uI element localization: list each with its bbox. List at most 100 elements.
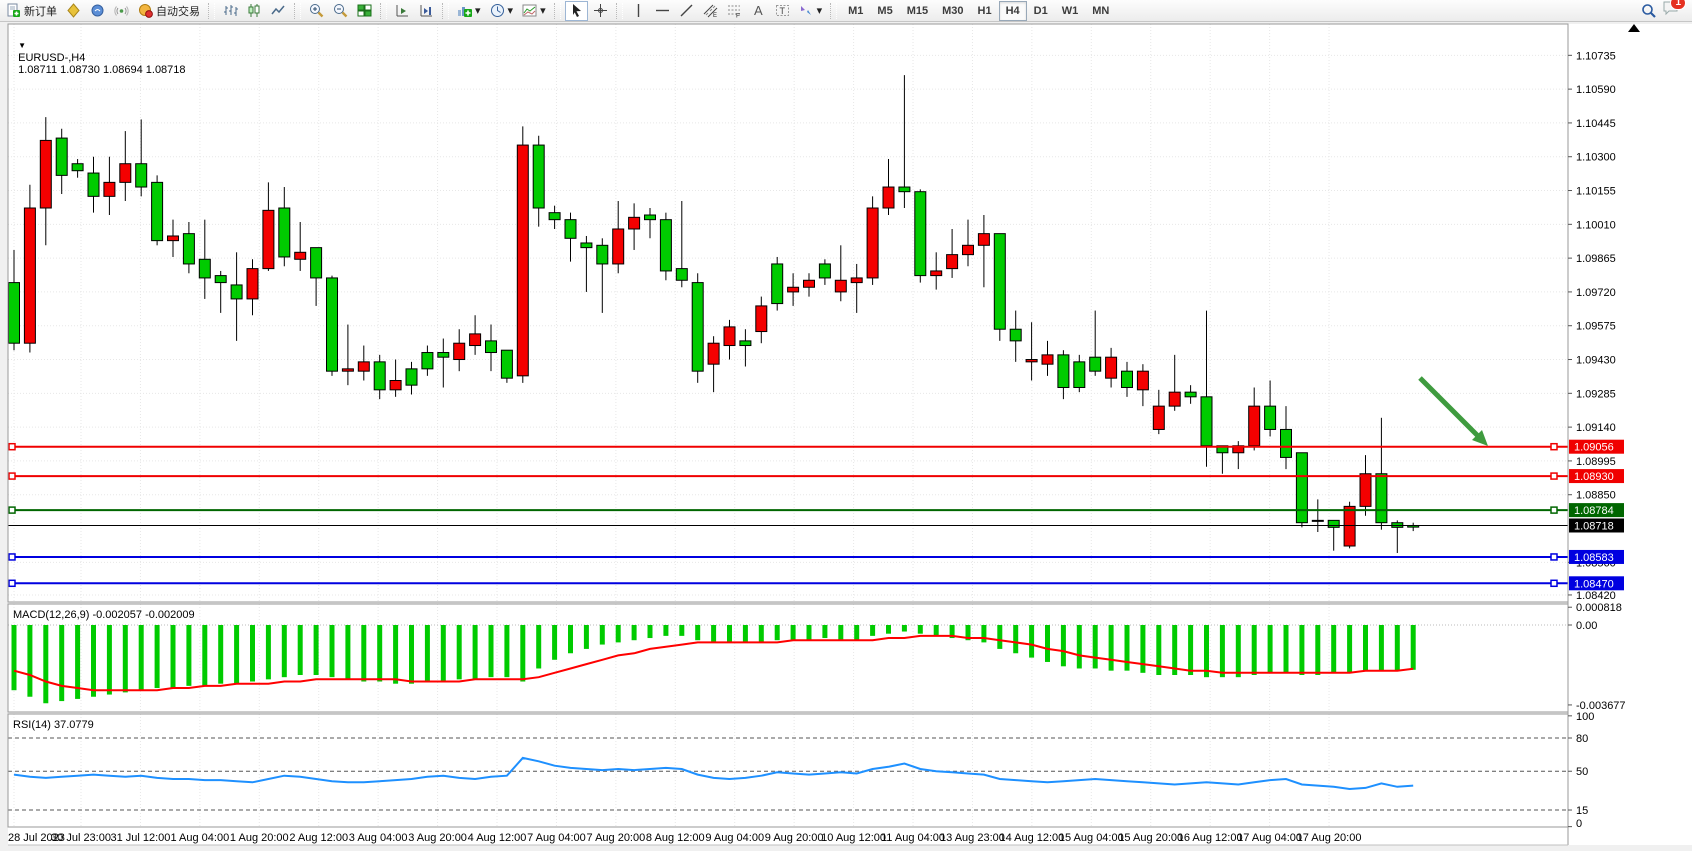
notification-badge: 1 xyxy=(1670,0,1686,10)
market-button[interactable] xyxy=(86,1,109,21)
bear-candle-body xyxy=(613,229,624,264)
text-button[interactable]: A xyxy=(747,1,770,21)
date-label: 7 Aug 20:00 xyxy=(587,832,646,844)
chart-shift-icon xyxy=(419,3,434,18)
bull-candle-body xyxy=(422,353,433,369)
zoom-out-button[interactable] xyxy=(329,1,352,21)
vertical-line-button[interactable] xyxy=(627,1,650,21)
macd-histogram-bar xyxy=(918,625,923,634)
price-tick-label: 1.10590 xyxy=(1576,84,1616,96)
equidistant-channel-icon: E xyxy=(703,3,718,18)
fibonacci-button[interactable]: F xyxy=(723,1,746,21)
line-handle[interactable] xyxy=(9,580,15,586)
autotrading-label: 自动交易 xyxy=(156,3,200,19)
zoom-in-button[interactable] xyxy=(305,1,328,21)
bar-chart-button[interactable] xyxy=(219,1,242,21)
chat-button[interactable]: 1 xyxy=(1662,0,1680,21)
channel-button[interactable]: E xyxy=(699,1,722,21)
line-handle[interactable] xyxy=(9,554,15,560)
rsi-label: RSI(14) 37.0779 xyxy=(13,719,94,731)
chart-canvas[interactable]: 1.107351.105901.104451.103001.101551.100… xyxy=(0,0,1692,851)
period-button-w1[interactable]: W1 xyxy=(1055,1,1086,21)
bear-candle-body xyxy=(1360,474,1371,507)
line-handle[interactable] xyxy=(9,473,15,479)
bull-candle-body xyxy=(279,208,290,257)
bear-candle-body xyxy=(342,369,353,371)
symbol-dropdown-icon[interactable]: ▼ xyxy=(18,41,26,50)
text-icon: A xyxy=(751,3,766,18)
auto-scroll-button[interactable] xyxy=(391,1,414,21)
macd-histogram-bar xyxy=(727,625,732,642)
period-button-m1[interactable]: M1 xyxy=(841,1,870,21)
macd-histogram-bar xyxy=(1363,625,1368,671)
date-label: 17 Aug 04:00 xyxy=(1237,832,1302,844)
shapes-button[interactable]: ▾ xyxy=(795,1,827,21)
cursor-button[interactable] xyxy=(565,1,588,21)
bull-candle-body xyxy=(9,283,20,344)
chart-symbol-label: EURUSD-,H4 xyxy=(18,52,85,64)
macd-histogram-bar xyxy=(759,625,764,642)
period-button-m5[interactable]: M5 xyxy=(870,1,899,21)
macd-histogram-bar xyxy=(854,625,859,640)
periods-menu-button[interactable]: ▾ xyxy=(486,1,518,21)
trendline-button[interactable] xyxy=(675,1,698,21)
line-handle[interactable] xyxy=(1551,473,1557,479)
period-button-d1[interactable]: D1 xyxy=(1027,1,1055,21)
main-chart-panel[interactable] xyxy=(8,24,1568,602)
line-handle[interactable] xyxy=(9,507,15,513)
metaeditor-button[interactable] xyxy=(62,1,85,21)
crosshair-button[interactable] xyxy=(589,1,612,21)
dropdown-arrow-icon: ▾ xyxy=(817,4,823,17)
period-button-h4[interactable]: H4 xyxy=(999,1,1027,21)
line-handle[interactable] xyxy=(1551,554,1557,560)
label-button[interactable]: T xyxy=(771,1,794,21)
date-label: 13 Aug 23:00 xyxy=(940,832,1005,844)
period-button-h1[interactable]: H1 xyxy=(971,1,999,21)
new-order-button[interactable]: 新订单 xyxy=(2,1,61,21)
line-handle[interactable] xyxy=(1551,580,1557,586)
line-handle[interactable] xyxy=(1551,507,1557,513)
date-label: 9 Aug 20:00 xyxy=(765,832,824,844)
new-order-label: 新订单 xyxy=(24,3,57,19)
macd-histogram-bar xyxy=(1220,625,1225,677)
macd-histogram-bar xyxy=(345,625,350,679)
bear-candle-body xyxy=(390,380,401,389)
line-handle[interactable] xyxy=(9,444,15,450)
zoom-out-icon xyxy=(333,3,348,18)
chart-shift-button[interactable] xyxy=(415,1,438,21)
horizontal-line-button[interactable] xyxy=(651,1,674,21)
signals-button[interactable] xyxy=(110,1,133,21)
line-handle[interactable] xyxy=(1551,444,1557,450)
tile-windows-button[interactable] xyxy=(353,1,376,21)
macd-histogram-bar xyxy=(425,625,430,682)
price-tick-label: 1.10445 xyxy=(1576,118,1616,130)
rsi-tick-label: 100 xyxy=(1576,711,1594,723)
candlestick-chart-button[interactable] xyxy=(243,1,266,21)
candlestick-chart-icon xyxy=(247,3,262,18)
macd-histogram-bar xyxy=(1268,625,1273,673)
bull-candle-body xyxy=(311,248,322,278)
candle xyxy=(867,196,878,285)
bull-candle-body xyxy=(199,259,210,278)
toolbar-grip xyxy=(830,3,837,19)
dropdown-arrow-icon: ▾ xyxy=(540,4,546,17)
date-label: 15 Aug 20:00 xyxy=(1118,832,1183,844)
candle xyxy=(152,175,163,245)
bull-candle-body xyxy=(1090,357,1101,371)
search-button[interactable] xyxy=(1637,1,1661,21)
autotrading-button[interactable]: 自动交易 xyxy=(134,1,204,21)
macd-histogram-bar xyxy=(568,625,573,653)
templates-button[interactable]: ▾ xyxy=(518,1,550,21)
indicators-button[interactable]: ▾ xyxy=(453,1,485,21)
svg-text:A: A xyxy=(754,3,763,18)
date-label: 16 Aug 12:00 xyxy=(1178,832,1243,844)
period-button-mn[interactable]: MN xyxy=(1085,1,1116,21)
bull-candle-body xyxy=(1296,453,1307,523)
macd-histogram-bar xyxy=(250,625,255,682)
autotrading-icon xyxy=(138,3,153,18)
period-button-m30[interactable]: M30 xyxy=(935,1,970,21)
period-button-m15[interactable]: M15 xyxy=(900,1,935,21)
macd-histogram-bar xyxy=(886,625,891,634)
line-chart-button[interactable] xyxy=(267,1,290,21)
candle xyxy=(1296,453,1307,528)
